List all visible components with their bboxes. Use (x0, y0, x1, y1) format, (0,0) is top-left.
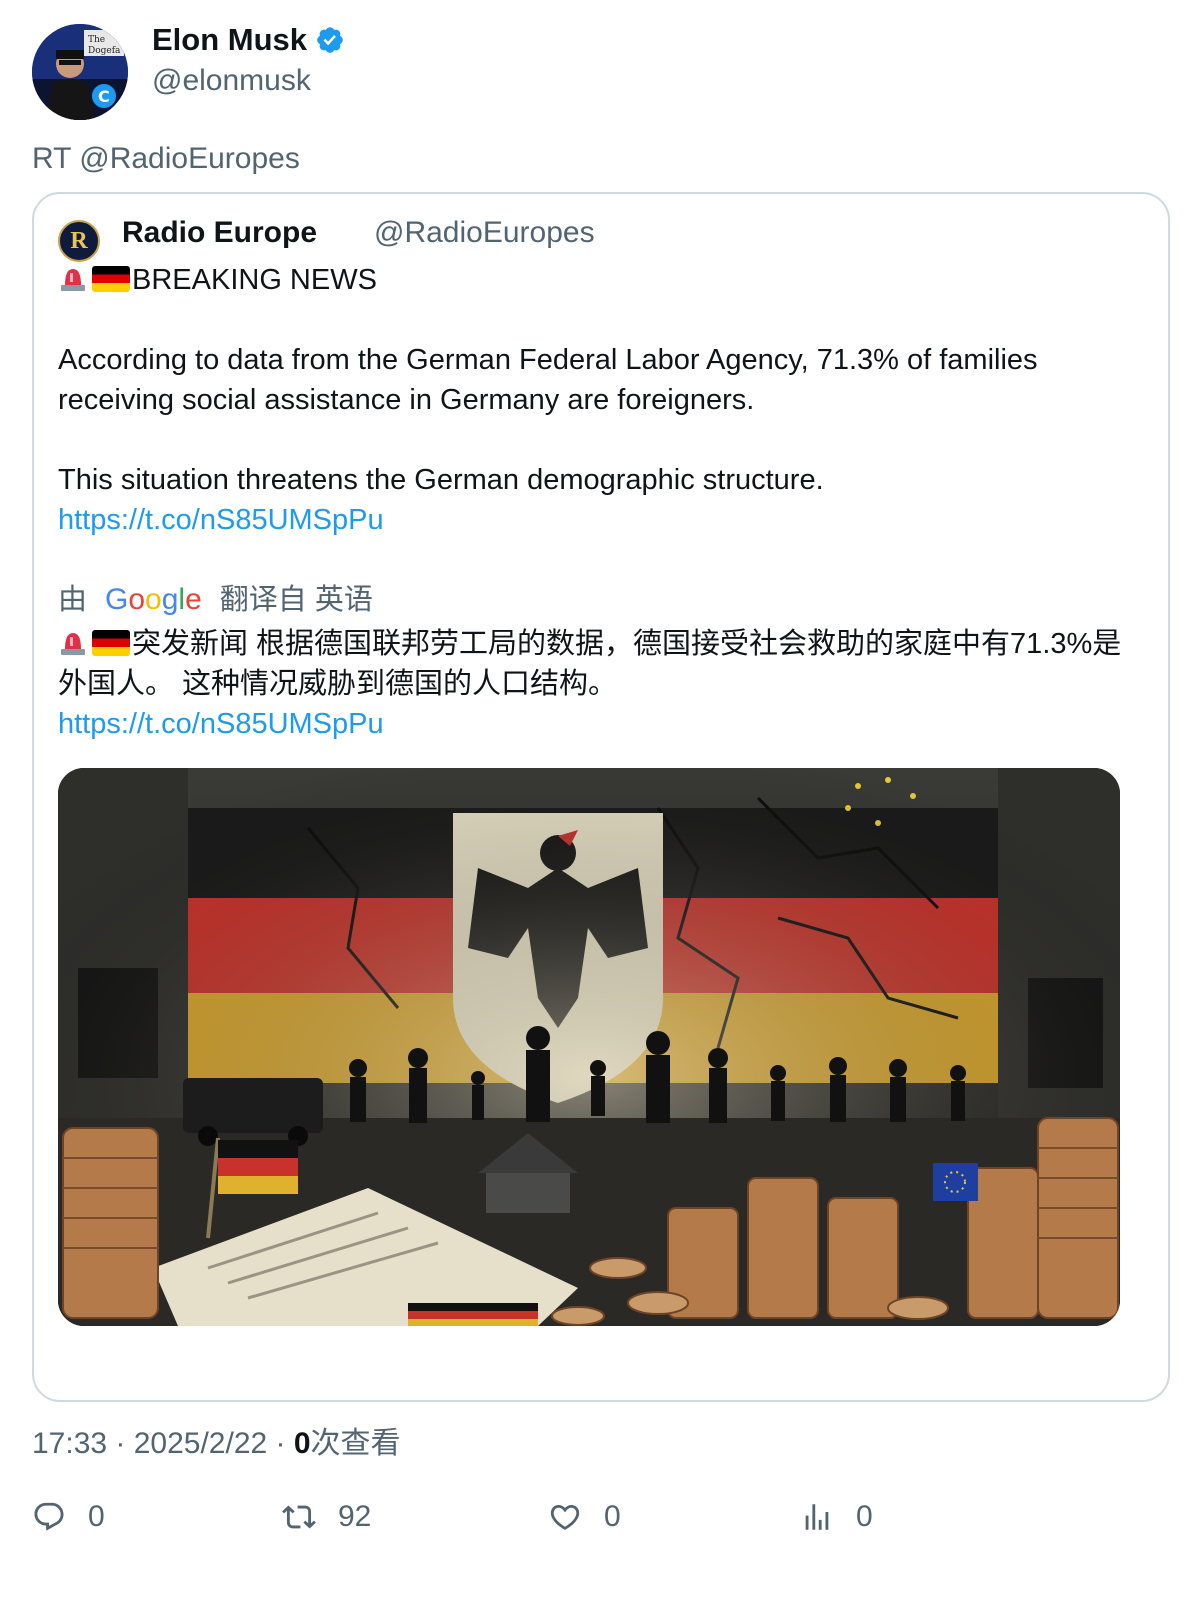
quoted-avatar-letter: R (70, 227, 88, 254)
germany-flag-emoji-icon (92, 630, 130, 656)
quoted-tweet-body: BREAKING NEWS According to data from the… (58, 260, 1138, 744)
tweet-link-1[interactable]: https://t.co/nS85UMSpPu (58, 504, 384, 536)
tweet-timestamp[interactable]: 17:33 · 2025/2/22 · (32, 1427, 294, 1460)
retweet-icon (282, 1505, 316, 1529)
views-count: 0 (293, 1427, 311, 1460)
paragraph-2: This situation threatens the German demo… (58, 464, 824, 496)
retweet-count: 92 (338, 1500, 372, 1533)
quoted-author-handle[interactable]: @RadioEuropes (374, 216, 595, 250)
views-label: 次查看 (310, 1427, 401, 1460)
translate-prefix: 由 (58, 584, 88, 616)
quoted-tweet-card[interactable]: R Radio Europe @RadioEuropes BREAKING NE… (32, 192, 1170, 1402)
author-name[interactable]: Elon Musk (152, 22, 345, 58)
svg-text:The: The (88, 35, 105, 45)
action-bar: 0 92 0 0 (32, 1500, 1162, 1550)
quoted-author-name[interactable]: Radio Europe (122, 216, 317, 250)
verified-badge-icon (317, 27, 343, 53)
tweet-timestamp-views: 17:33 · 2025/2/22 · 0次查看 (32, 1418, 401, 1462)
tweet-link-2[interactable]: https://t.co/nS85UMSpPu (58, 708, 384, 740)
translate-suffix: 翻译自 英语 (219, 584, 373, 616)
quoted-avatar[interactable]: R (58, 220, 100, 262)
siren-emoji-icon (61, 269, 85, 291)
like-button[interactable]: 0 (548, 1500, 621, 1534)
author-avatar[interactable]: The Dogefa C (32, 24, 128, 120)
views-button[interactable]: 0 (800, 1500, 873, 1534)
germany-flag-emoji-icon (92, 266, 130, 292)
translation-text: 突发新闻 根据德国联邦劳工局的数据，德国接受社会救助的家庭中有71.3%是外国人… (58, 628, 1122, 700)
german-flag-eagle-illustration-icon (58, 768, 1120, 1326)
translation-attribution: 由 Google 翻译自 英语 (58, 576, 1138, 624)
tweet-media-image[interactable] (58, 768, 1120, 1326)
svg-text:Dogefa: Dogefa (88, 46, 121, 56)
svg-text:C: C (98, 87, 110, 106)
translation-line: 突发新闻 根据德国联邦劳工局的数据，德国接受社会救助的家庭中有71.3%是外国人… (58, 624, 1138, 704)
retweet-button[interactable]: 92 (282, 1500, 371, 1534)
headline-line: BREAKING NEWS (58, 260, 1138, 300)
paragraph-1: According to data from the German Federa… (58, 344, 1038, 416)
views-action-count: 0 (856, 1500, 873, 1533)
retweet-indicator: RT @RadioEuropes (32, 142, 300, 175)
avatar-image: The Dogefa C (32, 24, 128, 120)
siren-emoji-icon (61, 633, 85, 655)
author-handle[interactable]: @elonmusk (152, 64, 311, 98)
like-count: 0 (604, 1500, 621, 1533)
reply-count: 0 (88, 1500, 105, 1533)
analytics-icon (805, 1504, 829, 1530)
reply-icon (34, 1502, 64, 1531)
heart-icon (550, 1504, 580, 1530)
author-name-text: Elon Musk (152, 22, 308, 57)
google-logo-icon: Google (105, 583, 202, 616)
reply-button[interactable]: 0 (32, 1500, 105, 1534)
headline-text: BREAKING NEWS (132, 264, 377, 296)
